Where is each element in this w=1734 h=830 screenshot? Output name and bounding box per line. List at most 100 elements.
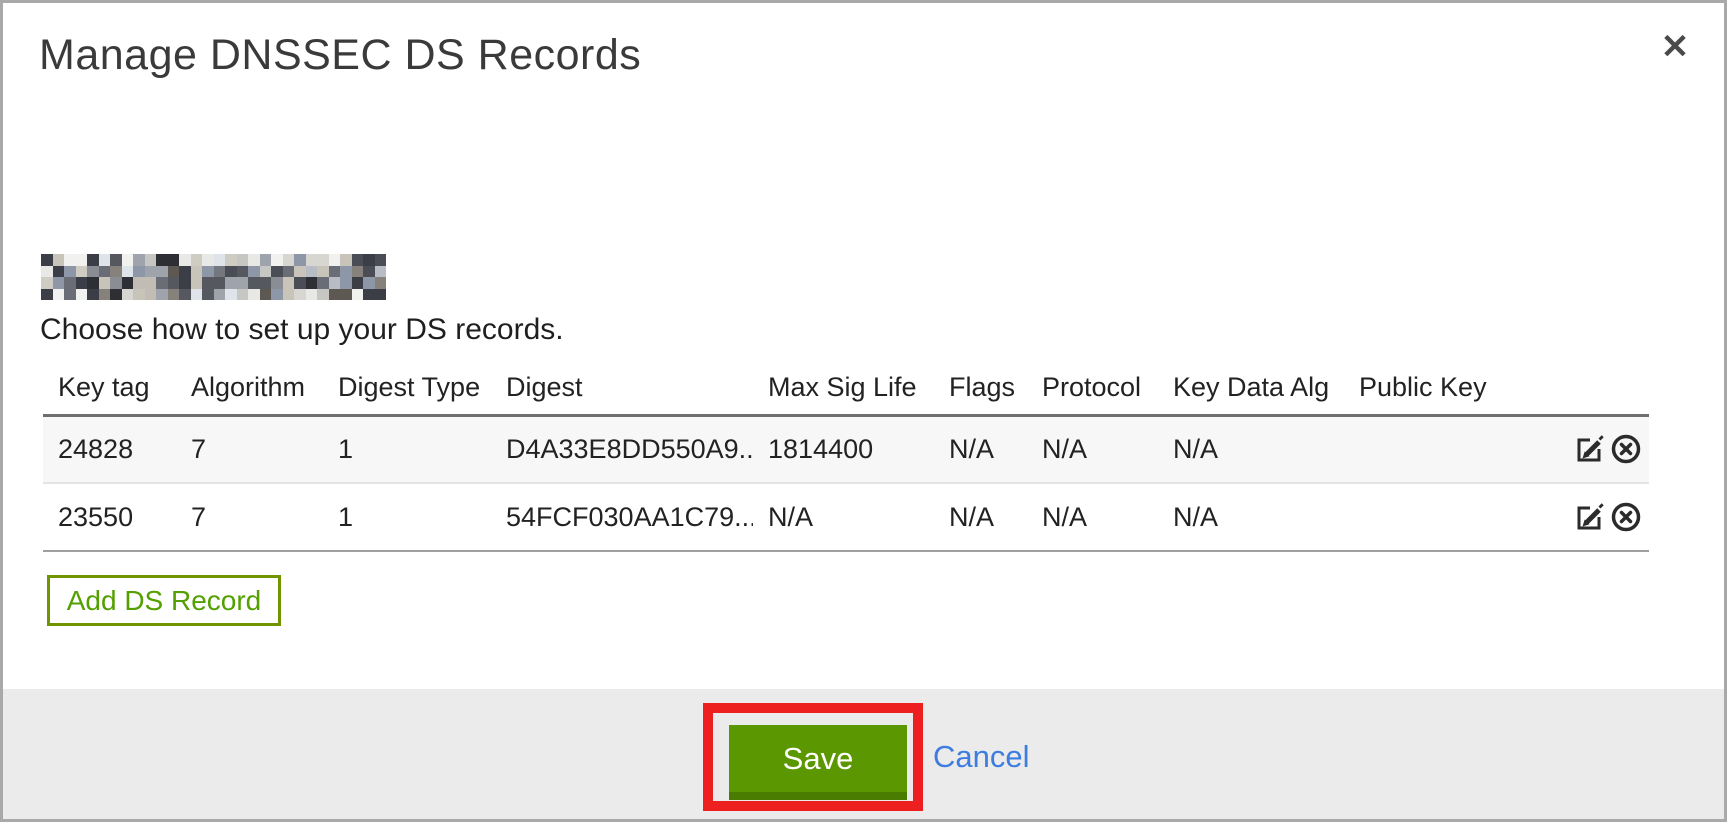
redacted-pixel (110, 277, 122, 289)
edit-record-icon[interactable] (1573, 500, 1607, 534)
redacted-pixel (76, 289, 88, 301)
redacted-pixel (271, 266, 283, 278)
redacted-pixel (99, 254, 111, 266)
cell-public-key (1344, 415, 1546, 483)
redacted-pixel (64, 277, 76, 289)
redacted-pixel (317, 289, 329, 301)
ds-records-table: Key tag Algorithm Digest Type Digest Max… (43, 361, 1649, 552)
redacted-pixel (375, 266, 387, 278)
redacted-pixel (145, 266, 157, 278)
cell-actions (1546, 483, 1649, 551)
redacted-pixel (306, 266, 318, 278)
redacted-pixel (317, 277, 329, 289)
col-header-digest: Digest (491, 361, 753, 415)
redacted-pixel (53, 289, 65, 301)
redacted-pixel (64, 289, 76, 301)
redacted-pixel (271, 254, 283, 266)
redacted-pixel (225, 277, 237, 289)
redacted-pixel (122, 289, 134, 301)
redacted-pixel (271, 277, 283, 289)
redacted-pixel (260, 277, 272, 289)
cell-protocol: N/A (1027, 483, 1158, 551)
redacted-pixel (237, 266, 249, 278)
redacted-pixel (110, 254, 122, 266)
redacted-pixel (214, 277, 226, 289)
redacted-pixel (340, 266, 352, 278)
redacted-pixel (248, 266, 260, 278)
redacted-pixel (64, 266, 76, 278)
table-row: 23550 7 1 54FCF030AA1C79... N/A N/A N/A … (43, 483, 1649, 551)
redacted-pixel (317, 254, 329, 266)
redacted-pixel (41, 277, 53, 289)
cell-digest: D4A33E8DD550A9... (491, 415, 753, 483)
redacted-pixel (133, 266, 145, 278)
cell-key-data-alg: N/A (1158, 483, 1344, 551)
instruction-text: Choose how to set up your DS records. (40, 313, 564, 347)
redacted-pixel (145, 277, 157, 289)
redacted-pixel (283, 289, 295, 301)
cell-key-tag: 23550 (43, 483, 176, 551)
redacted-pixel (53, 277, 65, 289)
close-icon-glyph: ✕ (1661, 27, 1690, 67)
redacted-pixel (306, 289, 318, 301)
redacted-pixel (283, 266, 295, 278)
redacted-pixel (317, 266, 329, 278)
redacted-pixel (87, 289, 99, 301)
redacted-pixel (202, 289, 214, 301)
redacted-pixel (248, 289, 260, 301)
redacted-pixel (64, 254, 76, 266)
redacted-pixel (202, 277, 214, 289)
redacted-pixel (156, 266, 168, 278)
redacted-pixel (145, 254, 157, 266)
redacted-pixel (179, 266, 191, 278)
redacted-pixel (329, 266, 341, 278)
dialog-title: Manage DNSSEC DS Records (39, 31, 641, 80)
redacted-pixel (271, 289, 283, 301)
col-header-key-data-alg: Key Data Alg (1158, 361, 1344, 415)
redacted-pixel (41, 266, 53, 278)
delete-record-icon[interactable] (1609, 432, 1643, 466)
redacted-pixel (191, 266, 203, 278)
cell-algorithm: 7 (176, 415, 323, 483)
redacted-pixel (283, 277, 295, 289)
redacted-pixel (294, 254, 306, 266)
col-header-public-key: Public Key (1344, 361, 1546, 415)
redacted-pixel (363, 289, 375, 301)
delete-record-icon[interactable] (1609, 500, 1643, 534)
edit-record-icon[interactable] (1573, 432, 1607, 466)
redacted-pixel (156, 289, 168, 301)
redacted-pixel (99, 277, 111, 289)
redacted-pixel (133, 254, 145, 266)
redacted-pixel (87, 277, 99, 289)
redacted-pixel (237, 289, 249, 301)
col-header-digest-type: Digest Type (323, 361, 491, 415)
redacted-pixel (76, 266, 88, 278)
col-header-flags: Flags (934, 361, 1027, 415)
redacted-pixel (225, 254, 237, 266)
cell-digest-type: 1 (323, 483, 491, 551)
redacted-pixel (202, 266, 214, 278)
redacted-pixel (375, 289, 387, 301)
redacted-pixel (122, 277, 134, 289)
redacted-pixel (179, 289, 191, 301)
redacted-pixel (110, 289, 122, 301)
col-header-key-tag: Key tag (43, 361, 176, 415)
redacted-pixel (179, 254, 191, 266)
cancel-link[interactable]: Cancel (933, 739, 1030, 775)
redacted-pixel (179, 277, 191, 289)
redacted-pixel (191, 277, 203, 289)
redacted-pixel (87, 254, 99, 266)
redacted-pixel (248, 277, 260, 289)
col-header-algorithm: Algorithm (176, 361, 323, 415)
col-header-actions (1546, 361, 1649, 415)
redacted-pixel (352, 266, 364, 278)
redacted-pixel (329, 289, 341, 301)
cell-public-key (1344, 483, 1546, 551)
redacted-pixel (225, 289, 237, 301)
redacted-pixel (306, 277, 318, 289)
close-icon[interactable]: ✕ (1651, 23, 1699, 71)
redacted-pixel (294, 289, 306, 301)
save-button[interactable]: Save (729, 725, 907, 800)
add-ds-record-button[interactable]: Add DS Record (47, 575, 281, 626)
cell-actions (1546, 415, 1649, 483)
